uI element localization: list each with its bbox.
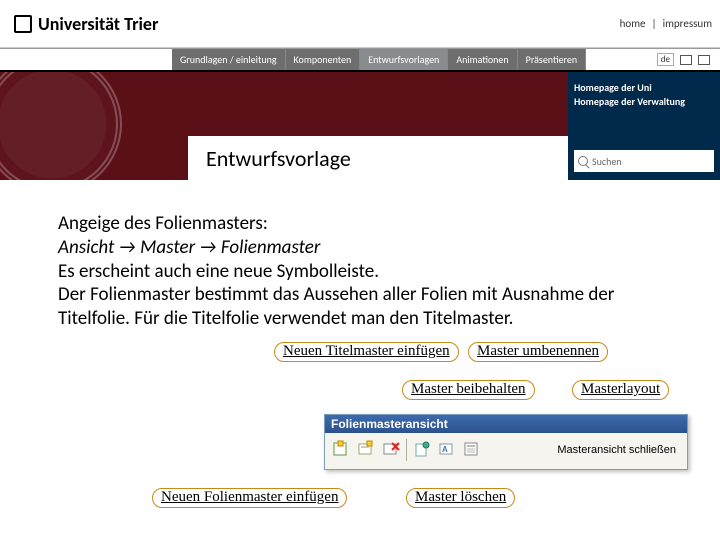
insert-slide-master-icon[interactable] [329,438,353,462]
tab-grundlagen[interactable]: Grundlagen / einleitung [172,49,286,70]
slide-content: Angeige des Folienmasters: Ansicht → Mas… [0,180,720,331]
hero-seal-area [0,72,172,180]
link-verwaltung-homepage[interactable]: Homepage der Verwaltung [574,95,714,108]
site-logo: Universität Trier [14,13,158,35]
hero-side-links: Homepage der Uni Homepage der Verwaltung [574,80,714,109]
callout-insert-slide-master: Neuen Folienmaster einfügen [152,488,347,508]
text-menu-path: Ansicht → Master → Folienmaster [58,236,678,260]
link-uni-homepage[interactable]: Homepage der Uni [574,81,714,94]
logo-text: Universität Trier [38,13,158,35]
tab-animationen[interactable]: Animationen [448,49,517,70]
master-layout-button[interactable]: Masterlayout [572,380,669,400]
insert-slide-master-button[interactable]: Neuen Folienmaster einfügen [152,488,347,508]
hero-banner: Entwurfsvorlage Homepage der Uni Homepag… [0,72,720,180]
close-master-view-button[interactable]: Masteransicht schließen [550,441,683,459]
separator: | [651,17,656,30]
delete-master-icon[interactable] [379,438,403,462]
toolbar-title: Folienmasteransicht [325,415,687,433]
hero-sidebar: Homepage der Uni Homepage der Verwaltung… [568,72,720,180]
insert-title-master-button[interactable]: Neuen Titelmaster einfügen [274,342,459,362]
tab-komponenten[interactable]: Komponenten [286,49,361,70]
tab-entwurfsvorlagen[interactable]: Entwurfsvorlagen [360,49,448,70]
search-icon [578,156,588,166]
printer-icon[interactable] [680,55,692,65]
site-header: Universität Trier home | impressum [0,0,720,48]
logo-mark-icon [14,15,32,33]
link-home[interactable]: home [620,17,646,30]
insert-title-master-icon[interactable] [354,438,378,462]
hero-main: Entwurfsvorlage [172,72,568,180]
delete-master-button[interactable]: Master löschen [406,488,515,508]
link-impressum[interactable]: impressum [663,17,712,30]
rename-master-icon[interactable]: A [435,438,459,462]
university-seal-icon [0,72,122,180]
tab-praesentieren[interactable]: Präsentieren [518,49,586,70]
main-nav: Grundlagen / einleitung Komponenten Entw… [0,48,720,72]
text-line-3: Es erscheint auch eine neue Symbolleiste… [58,260,678,284]
lang-indicator[interactable]: de [657,53,674,66]
text-line-1: Angeige des Folienmasters: [58,212,678,236]
callout-delete-master: Master löschen [406,488,515,508]
master-layout-icon[interactable] [460,438,484,462]
nav-tabs: Grundlagen / einleitung Komponenten Entw… [172,49,586,70]
callout-row-1: Neuen Titelmaster einfügen Master umbene… [274,342,459,362]
callout-keep-master: Master beibehalten [402,380,535,400]
keep-master-icon[interactable] [410,438,434,462]
nav-utility: de [657,49,720,70]
envelope-icon[interactable] [698,55,710,65]
slide-master-toolbar: Folienmasteransicht A Masteransicht schl… [324,414,688,470]
header-top-links: home | impressum [620,17,712,30]
keep-master-button[interactable]: Master beibehalten [402,380,535,400]
toolbar-body: A Masteransicht schließen [325,433,687,467]
page-title: Entwurfsvorlage [188,136,568,180]
rename-master-button[interactable]: Master umbenennen [468,342,608,362]
search-box[interactable]: Suchen [574,150,714,172]
text-line-4: Der Folienmaster bestimmt das Aussehen a… [58,283,678,331]
search-placeholder: Suchen [592,155,622,168]
svg-text:A: A [442,445,448,454]
toolbar-separator [406,439,407,461]
callout-master-layout: Masterlayout [572,380,669,400]
